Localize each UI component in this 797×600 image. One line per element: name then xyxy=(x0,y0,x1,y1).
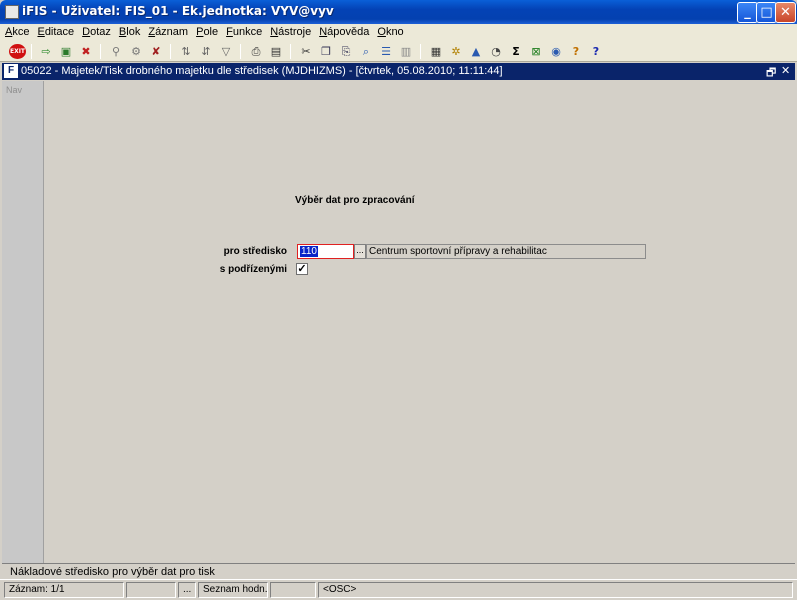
menu-akce[interactable]: Akce xyxy=(0,24,32,38)
toolbar-separator xyxy=(240,44,241,59)
document-window: F 05022 - Majetek/Tisk drobného majetku … xyxy=(0,62,797,579)
help-icon[interactable]: ? xyxy=(568,44,584,59)
settings-icon[interactable]: ✲ xyxy=(448,44,464,59)
menu-bar: Akce Editace Dotaz Blok Záznam Pole Funkce Nást… xyxy=(0,24,797,41)
toolbar-separator xyxy=(100,44,101,59)
form-canvas: Výběr dat pro zpracování pro středisko 1… xyxy=(45,81,795,562)
stredisko-name-field: Centrum sportovní přípravy a rehabilitac xyxy=(366,244,646,259)
status-bar: Záznam: 1/1 ... Seznam hodn... <OSC> xyxy=(0,579,797,600)
sort-asc-icon[interactable]: ⇅ xyxy=(178,44,194,59)
context-help-icon[interactable]: ? xyxy=(588,44,604,59)
close-button[interactable]: ✕ xyxy=(775,2,796,23)
minimize-button[interactable]: _ xyxy=(737,2,758,23)
podrizene-checkbox[interactable]: ✓ xyxy=(296,263,308,275)
chart-icon[interactable]: ▲ xyxy=(468,44,484,59)
print-icon[interactable]: ▣ xyxy=(58,44,74,59)
toolbar-separator xyxy=(420,44,421,59)
menu-dotaz[interactable]: Dotaz xyxy=(77,24,114,38)
menu-pole[interactable]: Pole xyxy=(191,24,221,38)
nav-panel[interactable]: Nav xyxy=(2,81,44,577)
status-cell-2 xyxy=(126,582,176,598)
calculator-icon[interactable]: ▦ xyxy=(428,44,444,59)
menu-nastroje[interactable]: Nástroje xyxy=(265,24,314,38)
printer-icon[interactable]: ⎙ xyxy=(248,44,264,59)
lov-button[interactable]: ... xyxy=(354,244,366,259)
menu-napoveda[interactable]: Nápověda xyxy=(314,24,372,38)
nav-label[interactable]: Nav xyxy=(6,85,22,95)
app-icon xyxy=(5,5,19,19)
search-icon[interactable]: ⚲ xyxy=(108,44,124,59)
hint-bar: Nákladové středisko pro výběr dat pro ti… xyxy=(2,563,795,579)
list-icon[interactable]: ☰ xyxy=(378,44,394,59)
document-icon: F xyxy=(4,64,18,78)
menu-okno[interactable]: Okno xyxy=(372,24,406,38)
toolbar-separator xyxy=(170,44,171,59)
menu-editace[interactable]: Editace xyxy=(32,24,77,38)
query-icon[interactable]: ⚙ xyxy=(128,44,144,59)
delete-icon[interactable]: ✖ xyxy=(78,44,94,59)
find-icon[interactable]: ⌕ xyxy=(358,44,374,59)
menu-zaznam[interactable]: Záznam xyxy=(143,24,191,38)
record-status: Záznam: 1/1 xyxy=(4,582,124,598)
stredisko-value: 110 xyxy=(300,246,318,257)
toolbar-separator xyxy=(290,44,291,59)
maximize-button[interactable]: □ xyxy=(756,2,777,23)
hint-text: Nákladové středisko pro výběr dat pro ti… xyxy=(10,566,215,578)
menu-funkce[interactable]: Funkce xyxy=(221,24,265,38)
form-heading: Výběr dat pro zpracování xyxy=(295,195,415,206)
exit-icon[interactable]: EXIT xyxy=(9,44,26,59)
window-title: iFIS - Uživatel: FIS_01 - Ek.jednotka: V… xyxy=(22,4,334,18)
toolbar: EXIT ⇨ ▣ ✖ ⚲ ⚙ ✘ ⇅ ⇵ ▽ ⎙ ▤ ✂ ❐ ⎘ ⌕ ☰ ▥ ▦… xyxy=(0,41,797,62)
status-cell-5 xyxy=(270,582,316,598)
sum-icon[interactable]: Σ xyxy=(508,44,524,59)
paste-icon[interactable]: ⎘ xyxy=(338,44,354,59)
sort-desc-icon[interactable]: ⇵ xyxy=(198,44,214,59)
mode-status: <OSC> xyxy=(318,582,793,598)
document-title: 05022 - Majetek/Tisk drobného majetku dl… xyxy=(21,65,503,77)
toolbar-separator xyxy=(31,44,32,59)
preview-icon[interactable]: ▤ xyxy=(268,44,284,59)
clock-icon[interactable]: ◔ xyxy=(488,44,504,59)
menu-blok[interactable]: Blok xyxy=(114,24,143,38)
document-close-icon[interactable]: ✕ xyxy=(781,64,790,77)
copy-icon[interactable]: ❐ xyxy=(318,44,334,59)
stredisko-label: pro středisko xyxy=(223,246,287,257)
filter-icon[interactable]: ▽ xyxy=(218,44,234,59)
podrizene-label: s podřízenými xyxy=(219,264,287,275)
excel-icon[interactable]: ⊠ xyxy=(528,44,544,59)
save-icon[interactable]: ⇨ xyxy=(38,44,54,59)
status-cell-3: ... xyxy=(178,582,196,598)
cut-icon[interactable]: ✂ xyxy=(298,44,314,59)
stredisko-input[interactable]: 110 xyxy=(297,244,354,259)
columns-icon[interactable]: ▥ xyxy=(398,44,414,59)
web-icon[interactable]: ◉ xyxy=(548,44,564,59)
list-of-values-status: Seznam hodn... xyxy=(198,582,268,598)
window-titlebar[interactable]: iFIS - Uživatel: FIS_01 - Ek.jednotka: V… xyxy=(0,0,797,24)
document-titlebar[interactable]: F 05022 - Majetek/Tisk drobného majetku … xyxy=(2,63,795,80)
remove-icon[interactable]: ✘ xyxy=(148,44,164,59)
stredisko-name: Centrum sportovní přípravy a rehabilitac xyxy=(369,246,547,257)
